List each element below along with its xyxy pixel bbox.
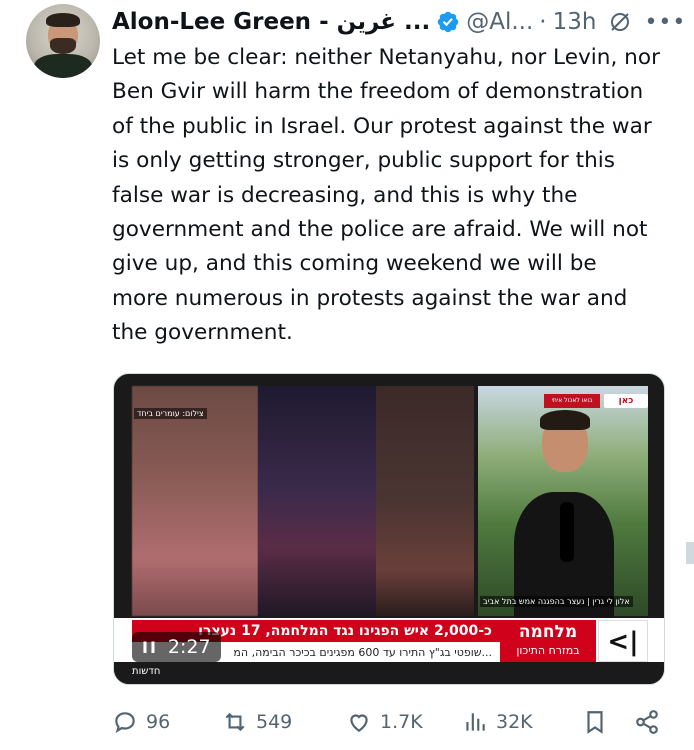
news-tag: בואו לאכול איתי	[544, 394, 600, 408]
repost-button[interactable]: 549	[222, 704, 292, 740]
author-name[interactable]: Alon-Lee Green - غرين ...	[112, 9, 430, 35]
views-button[interactable]: 32K	[462, 704, 533, 740]
verified-badge-icon	[436, 10, 460, 34]
video-frame-middle	[258, 386, 376, 616]
reply-count: 96	[146, 711, 171, 733]
playback-control[interactable]: II 2:27	[132, 632, 221, 662]
scrollbar-thumb[interactable]	[686, 542, 694, 564]
video-duration: 2:27	[167, 636, 211, 658]
bookmark-button[interactable]	[582, 704, 616, 740]
action-bar: 96 549 1.7K 32K	[112, 704, 672, 740]
more-icon[interactable]: •••	[644, 10, 686, 35]
share-button[interactable]	[634, 704, 668, 740]
grok-icon[interactable]	[608, 10, 632, 34]
video-frame-left	[132, 386, 258, 616]
war-label: מלחמה	[518, 622, 578, 642]
video-player[interactable]: בואו לאכול איתי כאן צילום: עומרים ביחד א…	[113, 373, 665, 685]
reporter-figure	[514, 410, 614, 622]
channel-logo: כאן	[604, 394, 648, 408]
video-bottom-bar: חדשות	[114, 662, 664, 684]
avatar[interactable]	[26, 4, 100, 78]
repost-icon	[225, 712, 245, 732]
like-icon	[350, 714, 368, 732]
news-label: חדשות	[132, 666, 161, 677]
pause-icon[interactable]: II	[142, 638, 158, 657]
author-handle[interactable]: @Al...	[466, 9, 533, 35]
war-sublabel: במזרח התיכון	[516, 644, 580, 657]
share-icon	[636, 710, 658, 734]
tweet-header: Alon-Lee Green - غرين ... @Al... · 13h •…	[112, 6, 686, 38]
channel-badge: <|	[598, 620, 648, 662]
repost-count: 549	[256, 711, 293, 733]
views-icon	[466, 713, 485, 731]
separator-dot: ·	[539, 9, 547, 35]
avatar-body	[34, 54, 92, 78]
reply-icon	[115, 712, 135, 734]
views-count: 32K	[496, 711, 533, 733]
like-count: 1.7K	[380, 711, 423, 733]
reply-button[interactable]: 96	[112, 704, 170, 740]
war-badge: מלחמה במזרח התיכון	[500, 620, 596, 662]
reporter-caption: אלון לי גרין | נעצר בהפגנה אמש בתל אביב	[480, 596, 633, 607]
avatar-beard	[50, 38, 76, 54]
tweet-text: Let me be clear: neither Netanyahu, nor …	[112, 45, 660, 346]
like-button[interactable]: 1.7K	[346, 704, 423, 740]
avatar-hair	[46, 13, 80, 27]
photo-credit: צילום: עומרים ביחד	[134, 408, 207, 419]
bookmark-icon	[587, 711, 603, 734]
video-frame-right	[376, 386, 474, 616]
timestamp[interactable]: 13h	[553, 9, 597, 35]
